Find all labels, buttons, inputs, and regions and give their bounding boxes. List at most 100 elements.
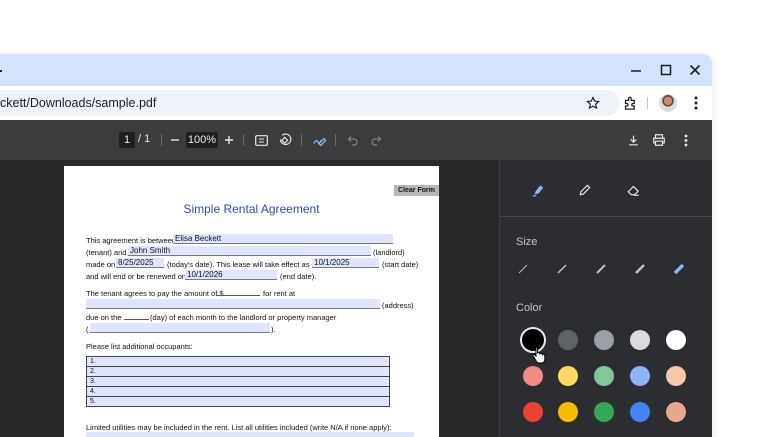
made-on-text: made on (86, 260, 116, 269)
screen: ckett/Downloads/sample.pdf 1 / 1 100% Cl… (0, 0, 777, 437)
size-option-3[interactable] (592, 260, 610, 278)
occupant-number: 1. (90, 358, 96, 365)
tenant-name-field[interactable]: John Smith (128, 246, 371, 256)
clear-form-button[interactable]: Clear Form (394, 185, 439, 196)
size-option-4[interactable] (631, 260, 649, 278)
hand-cursor-icon (532, 346, 546, 364)
more-menu-icon[interactable] (688, 94, 704, 112)
highlighter-icon[interactable] (528, 180, 548, 200)
zoom-out-icon[interactable] (168, 132, 182, 148)
color-swatch-blue[interactable] (630, 402, 650, 422)
occupant-row[interactable]: 5. (87, 397, 389, 406)
zoom-input[interactable]: 100% (186, 132, 218, 148)
page-total: / 1 (138, 133, 151, 145)
panel-divider (500, 216, 712, 217)
address-field[interactable] (86, 299, 380, 309)
toolbar-divider (161, 134, 162, 146)
url-box[interactable]: ckett/Downloads/sample.pdf (0, 90, 620, 116)
occupant-row[interactable]: 3. (87, 377, 389, 387)
size-option-2[interactable] (553, 260, 571, 278)
day-text: (day) of each month to the landlord or p… (150, 313, 337, 322)
undo-icon[interactable] (345, 132, 361, 148)
fit-to-page-icon[interactable] (253, 132, 269, 148)
annotate-icon[interactable] (310, 131, 328, 149)
color-swatch-orange[interactable] (666, 402, 686, 422)
color-swatch-yellow[interactable] (558, 402, 578, 422)
page-current: 1 (123, 134, 131, 146)
download-icon[interactable] (625, 132, 641, 148)
color-swatch-gray[interactable] (594, 330, 614, 350)
occupant-number: 3. (90, 378, 96, 385)
extensions-icon[interactable] (621, 94, 639, 112)
document-title: Simple Rental Agreement (183, 202, 320, 216)
color-swatch-light-gray[interactable] (630, 330, 650, 350)
end-date-field[interactable]: 10/1/2026 (185, 270, 277, 280)
start-date-label: (start date) (382, 260, 419, 269)
occupants-label: Please list additional occupants: (86, 342, 193, 351)
eraser-icon[interactable] (623, 180, 643, 200)
paren-close: ). (271, 325, 276, 334)
occupant-number: 4. (90, 388, 96, 395)
page-number-input[interactable]: 1 (119, 132, 135, 148)
color-swatch-green[interactable] (594, 402, 614, 422)
color-swatch-light-red[interactable] (523, 366, 543, 386)
landlord-name-field[interactable]: Elisa Beckett (173, 234, 393, 244)
avatar[interactable] (659, 94, 677, 112)
todays-date-text: (today's date). This lease will take eff… (167, 260, 318, 269)
toolbar-divider (243, 134, 244, 146)
made-date-field[interactable]: 8/25/2025 (116, 258, 164, 268)
pen-icon[interactable] (575, 180, 595, 200)
pdf-viewer: Clear Form Simple Rental Agreement This … (0, 160, 712, 437)
toolbar-divider (301, 134, 302, 146)
minimize-icon[interactable] (625, 60, 647, 80)
clear-form-label: Clear Form (398, 187, 435, 194)
address-bar-row: ckett/Downloads/sample.pdf (0, 86, 712, 120)
landlord-label: (landlord) (373, 248, 405, 257)
annotation-panel: Size Color (499, 160, 712, 437)
occupant-row[interactable]: 2. (87, 367, 389, 377)
color-swatch-dark-gray[interactable] (558, 330, 578, 350)
occupant-row[interactable]: 4. (87, 387, 389, 397)
color-swatch-light-yellow[interactable] (558, 366, 578, 386)
tenant-and-text: (tenant) and (86, 248, 127, 257)
color-swatch-red[interactable] (523, 402, 543, 422)
occupants-table: 1. 2. 3. 4. 5. (86, 356, 390, 407)
toolbar-divider (647, 97, 648, 109)
end-date-label: (end date). (280, 272, 317, 281)
title-bar (0, 54, 712, 86)
pay-text: The tenant agrees to pay the amount of $ (86, 289, 224, 298)
close-icon[interactable] (684, 60, 706, 80)
more-actions-icon[interactable] (679, 132, 693, 148)
url-text: ckett/Downloads/sample.pdf (0, 96, 157, 110)
rotate-icon[interactable] (277, 131, 293, 149)
print-icon[interactable] (651, 132, 667, 148)
zoom-level: 100% (187, 134, 217, 146)
color-label: Color (516, 302, 543, 314)
pdf-page: Clear Form Simple Rental Agreement This … (64, 166, 439, 437)
size-option-1[interactable] (514, 260, 532, 278)
color-swatch-light-orange[interactable] (666, 366, 686, 386)
occupant-number: 5. (90, 398, 96, 405)
rent-amount-field[interactable] (216, 287, 260, 296)
manager-field[interactable] (90, 323, 270, 333)
size-label: Size (516, 236, 538, 248)
toolbar-divider (335, 134, 336, 146)
occupant-row[interactable]: 1. (87, 357, 389, 367)
color-swatch-light-green[interactable] (594, 366, 614, 386)
paren-open: ( (86, 325, 89, 334)
color-swatch-white[interactable] (666, 330, 686, 350)
zoom-in-icon[interactable] (222, 132, 236, 148)
maximize-icon[interactable] (655, 60, 677, 80)
bookmark-star-icon[interactable] (584, 94, 602, 112)
utilities-field[interactable] (86, 432, 414, 437)
due-day-field[interactable] (124, 311, 149, 320)
size-option-5[interactable] (670, 260, 688, 278)
rent-at-text: for rent at (263, 289, 296, 298)
tab-edge (0, 70, 2, 72)
between-text: This agreement is between (86, 236, 177, 245)
redo-icon[interactable] (368, 132, 384, 148)
utilities-text: Limited utilities may be included in the… (86, 423, 392, 432)
color-swatch-light-blue[interactable] (630, 366, 650, 386)
occupant-number: 2. (90, 368, 96, 375)
start-date-field[interactable]: 10/1/2025 (312, 258, 379, 268)
